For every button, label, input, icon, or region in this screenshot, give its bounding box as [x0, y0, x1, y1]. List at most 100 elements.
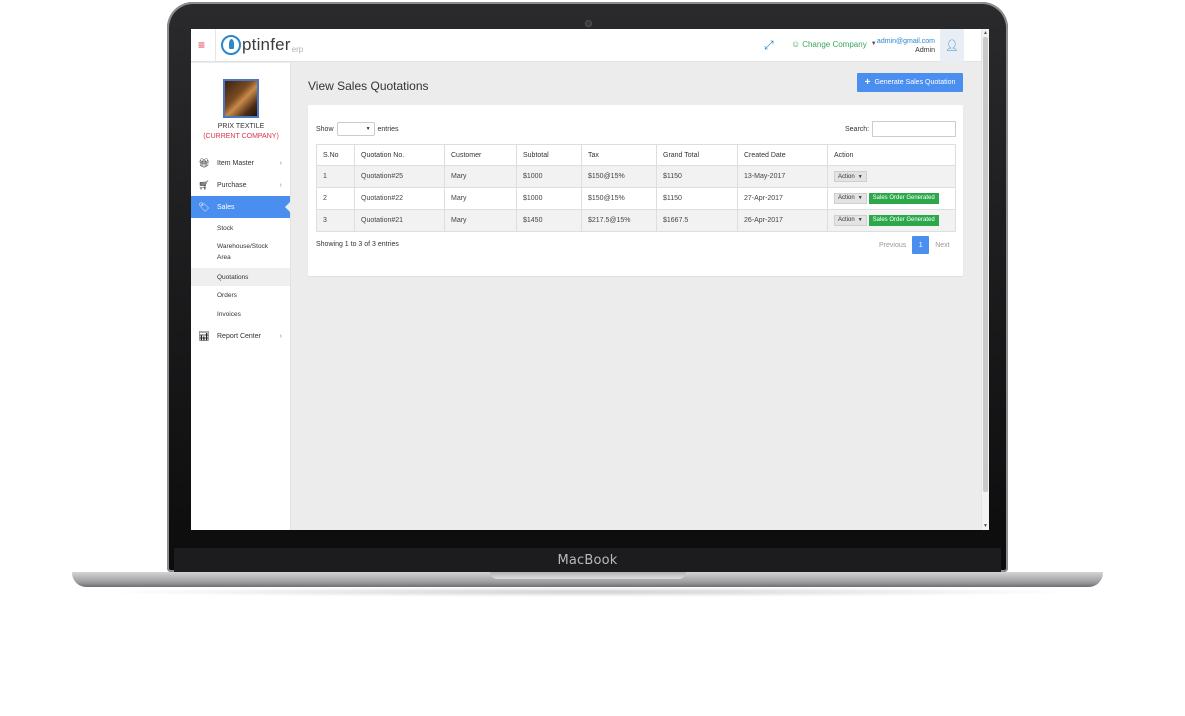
cell-sno: 1 [316, 165, 355, 188]
search-input[interactable] [872, 121, 957, 137]
entries-length-control: Show ▼ entries [316, 122, 399, 136]
user-menu-button[interactable]: 👤︎ [940, 29, 964, 62]
cell-sno: 2 [316, 187, 355, 210]
sidebar-sub-stock[interactable]: Stock [191, 223, 290, 234]
column-header-customer[interactable]: Customer [444, 144, 517, 166]
cell-subtotal: $1000 [516, 165, 582, 188]
cell-date: 13-May-2017 [737, 165, 828, 188]
screen: ≡ ptinfer erp ⤢ ☺ Change Company ▼ admin… [191, 29, 989, 530]
cell-grand-total: $1150 [656, 165, 738, 188]
cell-subtotal: $1000 [516, 187, 582, 210]
search-label: Search: [845, 125, 870, 133]
sidebar: PRIX TEXTILE (CURRENT COMPANY) 🎁︎ Item M… [191, 63, 291, 530]
sidebar-sub-quotations[interactable]: Quotations [191, 268, 290, 286]
chevron-right-icon: › [279, 332, 282, 340]
cell-tax: $217.5@15% [581, 209, 657, 232]
vertical-scrollbar[interactable]: ▲ ▼ [981, 29, 989, 530]
sidebar-sub-invoices[interactable]: Invoices [191, 309, 290, 320]
column-header-grand-total[interactable]: Grand Total [656, 144, 738, 166]
sidebar-item-label: Item Master [217, 159, 254, 167]
action-dropdown[interactable]: Action ▼ [834, 214, 867, 226]
pagination-previous[interactable]: Previous [873, 242, 912, 249]
cell-date: 27-Apr-2017 [737, 187, 828, 210]
user-role: Admin [915, 47, 935, 54]
column-header-action: Action [827, 144, 956, 166]
entries-select[interactable]: ▼ [336, 122, 375, 136]
expand-icon[interactable]: ⤢ [764, 39, 774, 51]
table-row: 1 Quotation#25 Mary $1000 $150@15% $1150… [316, 165, 956, 188]
action-label: Action [838, 173, 855, 180]
table-info: Showing 1 to 3 of 3 entries [316, 241, 399, 248]
cell-sno: 3 [316, 209, 355, 232]
company-status: (CURRENT COMPANY) [203, 133, 279, 140]
action-dropdown[interactable]: Action ▼ [834, 192, 867, 204]
generate-sales-quotation-button[interactable]: + Generate Sales Quotation [857, 73, 963, 92]
laptop-shadow [90, 587, 1090, 597]
bar-chart-icon: 📊︎ [198, 330, 210, 341]
user-info[interactable]: admin@gmail.com Admin [875, 37, 935, 55]
action-dropdown[interactable]: Action ▼ [834, 171, 867, 182]
chevron-right-icon: › [279, 181, 282, 189]
scroll-up-icon[interactable]: ▲ [983, 30, 988, 36]
sidebar-item-report-center[interactable]: 📊︎ Report Center › [191, 325, 290, 347]
column-header-quotation[interactable]: Quotation No. [354, 144, 445, 166]
generate-button-label: Generate Sales Quotation [874, 79, 956, 86]
cart-icon: 🛒︎ [198, 179, 210, 190]
action-label: Action [838, 217, 855, 224]
scroll-thumb[interactable] [983, 37, 988, 492]
tags-icon: 🏷︎ [198, 201, 210, 212]
company-name: PRIX TEXTILE [217, 123, 265, 130]
show-label: Show [316, 125, 334, 133]
pagination-page-1[interactable]: 1 [912, 236, 930, 254]
cell-subtotal: $1450 [516, 209, 582, 232]
quotations-panel: Show ▼ entries Search: S.No Quotation No… [308, 105, 963, 276]
sidebar-item-label: Sales [217, 203, 235, 211]
cell-action: Action ▼ [827, 165, 956, 188]
sidebar-item-label: Report Center [217, 332, 261, 340]
app-logo[interactable]: ptinfer erp [221, 34, 303, 56]
smile-icon: ☺ [791, 39, 801, 49]
cell-tax: $150@15% [581, 187, 657, 210]
cell-grand-total: $1150 [656, 187, 738, 210]
change-company-label: Change Company [802, 39, 867, 49]
status-badge: Sales Order Generated [868, 215, 939, 227]
column-header-tax[interactable]: Tax [581, 144, 657, 166]
logo-mark-icon [221, 35, 241, 55]
sidebar-sub-orders[interactable]: Orders [191, 290, 290, 301]
camera-dot [585, 20, 592, 27]
company-avatar [223, 79, 259, 118]
hamburger-menu-icon[interactable]: ≡ [198, 38, 205, 52]
logo-divider [215, 29, 216, 62]
scroll-down-icon[interactable]: ▼ [983, 523, 988, 529]
sidebar-sub-warehouse[interactable]: Warehouse/Stock Area [191, 239, 290, 265]
pagination: Previous 1 Next [873, 236, 956, 254]
laptop-bezel: MacBook [174, 548, 1001, 572]
top-bar: ≡ ptinfer erp ⤢ ☺ Change Company ▼ admin… [191, 29, 981, 62]
cell-date: 26-Apr-2017 [737, 209, 828, 232]
column-header-subtotal[interactable]: Subtotal [516, 144, 582, 166]
sidebar-item-purchase[interactable]: 🛒︎ Purchase › [191, 174, 290, 196]
column-header-sno[interactable]: S.No [316, 144, 355, 166]
caret-down-icon: ▼ [857, 217, 863, 224]
sidebar-item-sales[interactable]: 🏷︎ Sales [191, 196, 291, 218]
search-control: Search: [845, 121, 957, 137]
plus-icon: + [864, 76, 871, 88]
table-row: 3 Quotation#21 Mary $1450 $217.5@15% $16… [316, 209, 956, 232]
device-brand: MacBook [557, 552, 618, 568]
cell-customer: Mary [444, 187, 517, 210]
caret-down-icon: ▼ [857, 195, 863, 202]
pagination-next[interactable]: Next [929, 242, 955, 249]
caret-down-icon: ▼ [365, 126, 371, 132]
cell-quotation: Quotation#25 [354, 165, 445, 188]
sidebar-item-item-master[interactable]: 🎁︎ Item Master › [191, 152, 290, 174]
cell-quotation: Quotation#22 [354, 187, 445, 210]
entries-label: entries [377, 125, 399, 133]
chevron-right-icon: › [279, 159, 282, 167]
gift-icon: 🎁︎ [198, 157, 210, 168]
cell-action: Action ▼ Sales Order Generated [827, 209, 956, 232]
action-label: Action [838, 195, 855, 202]
column-header-created-date[interactable]: Created Date [737, 144, 828, 166]
change-company-link[interactable]: ☺ Change Company ▼ [791, 39, 877, 49]
cell-action: Action ▼ Sales Order Generated [827, 187, 956, 210]
sidebar-item-label: Purchase [217, 181, 247, 189]
